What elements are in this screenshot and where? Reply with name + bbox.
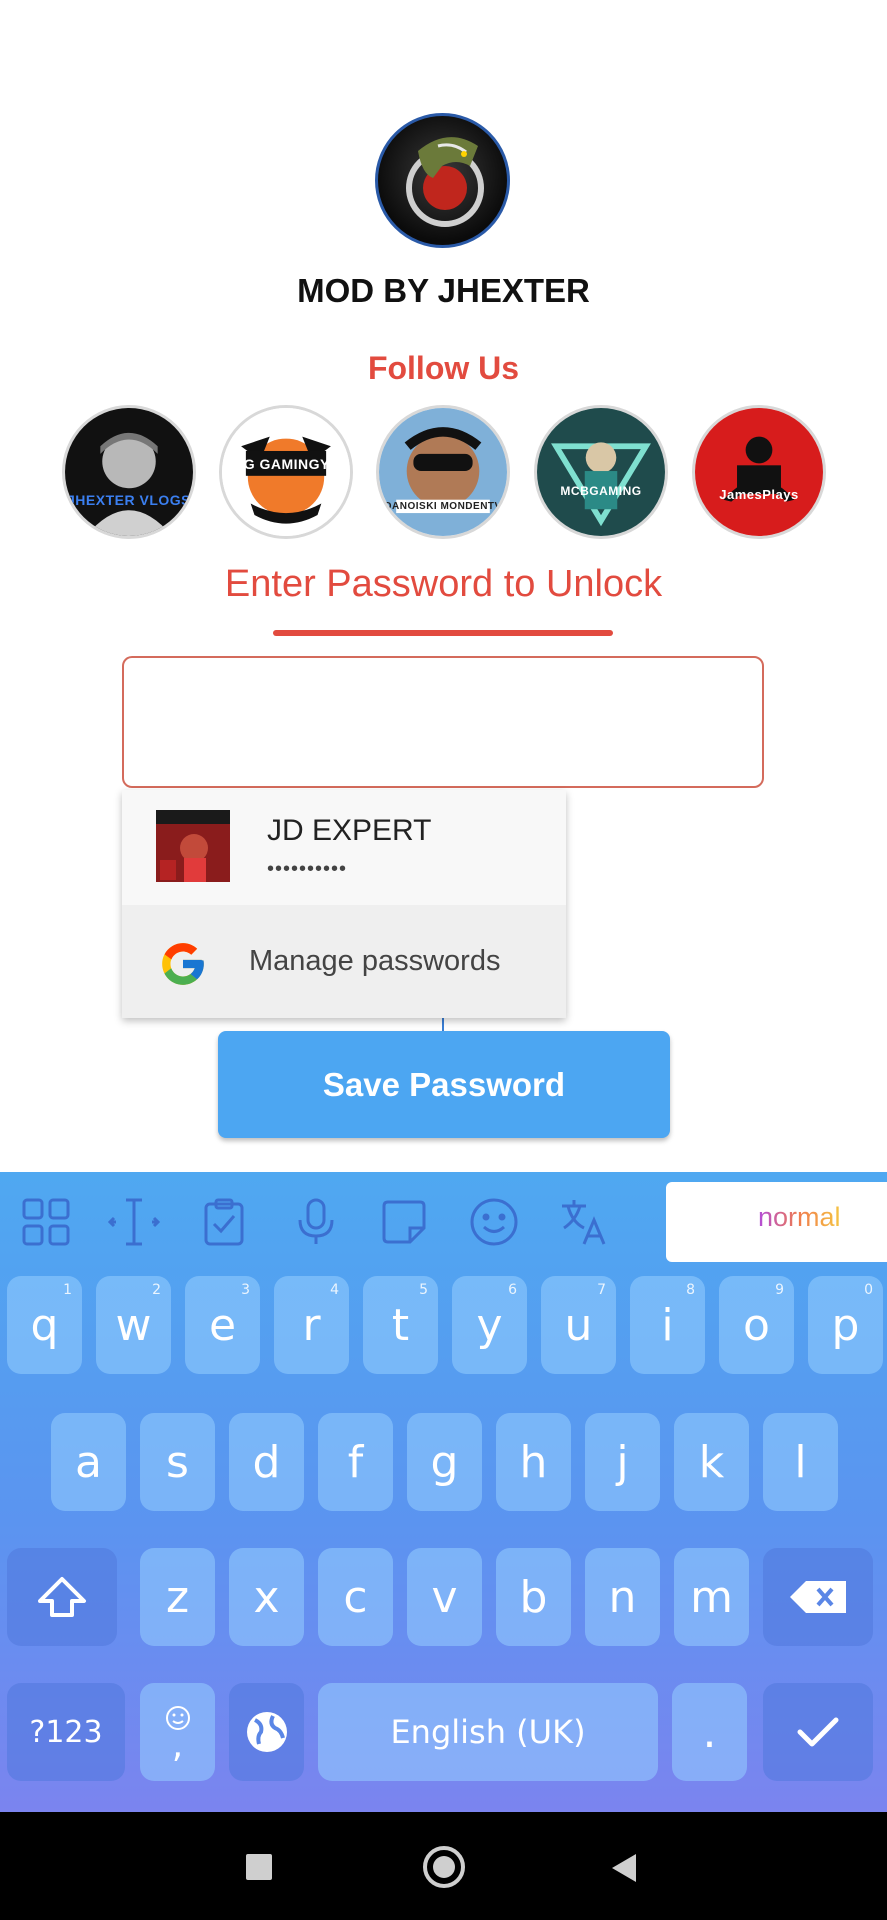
- key-comma-emoji[interactable]: ,: [140, 1683, 215, 1781]
- clipboard-icon[interactable]: [196, 1194, 252, 1250]
- soft-keyboard: normal q1 w2 e3 r4 t5 y6 u7 i8 o9 p0 a s…: [0, 1172, 887, 1812]
- microphone-icon[interactable]: [288, 1194, 344, 1250]
- key-n[interactable]: n: [585, 1548, 660, 1646]
- google-icon: [162, 943, 204, 985]
- heading-underline: [273, 630, 613, 636]
- key-a[interactable]: a: [51, 1413, 126, 1511]
- key-hint: 2: [152, 1282, 161, 1298]
- app-title: MOD BY JHEXTER: [297, 272, 590, 309]
- keyboard-theme-label: normal: [758, 1202, 841, 1232]
- key-u[interactable]: u7: [541, 1276, 616, 1374]
- channel-avatar-ag-gamingyt[interactable]: AG GAMINGYT: [219, 405, 353, 539]
- key-g[interactable]: g: [407, 1413, 482, 1511]
- key-shift[interactable]: [7, 1548, 117, 1646]
- key-k[interactable]: k: [674, 1413, 749, 1511]
- key-r[interactable]: r4: [274, 1276, 349, 1374]
- sticker-icon[interactable]: [376, 1194, 432, 1250]
- recents-button-icon[interactable]: [246, 1854, 272, 1880]
- translate-icon[interactable]: [556, 1194, 612, 1250]
- follow-us-heading: Follow Us: [367, 350, 520, 386]
- key-b[interactable]: b: [496, 1548, 571, 1646]
- key-q[interactable]: q1: [7, 1276, 82, 1374]
- channel-name: DANOISKI MONDENTV: [384, 501, 502, 512]
- key-o[interactable]: o9: [719, 1276, 794, 1374]
- key-x[interactable]: x: [229, 1548, 304, 1646]
- key-l[interactable]: l: [763, 1413, 838, 1511]
- key-e[interactable]: e3: [185, 1276, 260, 1374]
- globe-icon: [246, 1712, 287, 1752]
- channel-name: MCBGAMING: [560, 484, 642, 498]
- key-hint: 5: [419, 1282, 428, 1298]
- key-hint: 1: [63, 1282, 72, 1298]
- key-t[interactable]: t5: [363, 1276, 438, 1374]
- key-space[interactable]: English (UK): [318, 1683, 658, 1781]
- cursor-move-icon[interactable]: [106, 1194, 162, 1250]
- key-h[interactable]: h: [496, 1413, 571, 1511]
- key-c[interactable]: c: [318, 1548, 393, 1646]
- autofill-dropdown: JD EXPERT •••••••••• Manage passwords: [122, 790, 566, 1018]
- key-hint: 4: [330, 1282, 339, 1298]
- key-label: t: [391, 1299, 410, 1351]
- key-p[interactable]: p0: [808, 1276, 883, 1374]
- channel-avatar-jamesplays[interactable]: JamesPlays: [692, 405, 826, 539]
- shift-arrow-icon: [38, 1577, 86, 1617]
- key-hint: 7: [597, 1282, 606, 1298]
- key-z[interactable]: z: [140, 1548, 215, 1646]
- key-period[interactable]: .: [672, 1683, 747, 1781]
- channel-name: JHEXTER VLOGS: [67, 492, 191, 508]
- autofill-account-item[interactable]: JD EXPERT ••••••••••: [122, 790, 566, 905]
- home-button-icon[interactable]: [423, 1846, 465, 1888]
- manage-passwords-item[interactable]: Manage passwords: [122, 905, 566, 1018]
- channel-avatar-danoiski[interactable]: DANOISKI MONDENTV: [376, 405, 510, 539]
- key-j[interactable]: j: [585, 1413, 660, 1511]
- key-m[interactable]: m: [674, 1548, 749, 1646]
- unlock-heading: Enter Password to Unlock: [224, 563, 663, 605]
- autofill-account-name: JD EXPERT: [267, 814, 432, 847]
- dinosaur-logo-icon: [406, 137, 484, 227]
- key-label: i: [661, 1299, 674, 1351]
- key-label: p: [831, 1299, 860, 1351]
- key-label: q: [30, 1299, 59, 1351]
- channel-name: AG GAMINGYT: [233, 456, 339, 472]
- key-label: w: [115, 1299, 152, 1351]
- key-f[interactable]: f: [318, 1413, 393, 1511]
- channel-avatar-jhexter-vlogs[interactable]: JHEXTER VLOGS: [62, 405, 196, 539]
- key-hint: 8: [686, 1282, 695, 1298]
- key-language[interactable]: [229, 1683, 304, 1781]
- key-enter[interactable]: [763, 1683, 873, 1781]
- channel-avatar-mcbgaming[interactable]: MCBGAMING: [534, 405, 668, 539]
- key-v[interactable]: v: [407, 1548, 482, 1646]
- key-hint: 3: [241, 1282, 250, 1298]
- autofill-masked-password: ••••••••••: [267, 858, 348, 880]
- checkmark-icon: [797, 1717, 839, 1747]
- channel-name: JamesPlays: [719, 487, 799, 502]
- key-hint: 6: [508, 1282, 517, 1298]
- back-button-icon[interactable]: [610, 1852, 638, 1884]
- key-label: y: [476, 1299, 503, 1351]
- account-thumbnail: [156, 810, 230, 882]
- key-label: e: [208, 1299, 237, 1351]
- system-navigation-bar: [0, 1812, 887, 1920]
- app-logo: [375, 113, 510, 248]
- key-s[interactable]: s: [140, 1413, 215, 1511]
- key-symbols[interactable]: ?123: [7, 1683, 125, 1781]
- key-label: r: [302, 1299, 321, 1351]
- key-w[interactable]: w2: [96, 1276, 171, 1374]
- password-input[interactable]: [122, 656, 764, 788]
- key-label: o: [743, 1299, 770, 1351]
- emoji-icon[interactable]: [466, 1194, 522, 1250]
- key-hint: 0: [864, 1282, 873, 1298]
- backspace-icon: [790, 1581, 846, 1613]
- manage-passwords-label: Manage passwords: [249, 945, 501, 977]
- key-i[interactable]: i8: [630, 1276, 705, 1374]
- key-y[interactable]: y6: [452, 1276, 527, 1374]
- keyboard-theme-pill[interactable]: normal: [666, 1182, 887, 1262]
- key-hint: 9: [775, 1282, 784, 1298]
- key-backspace[interactable]: [763, 1548, 873, 1646]
- comma-label: ,: [171, 1725, 184, 1766]
- apps-grid-icon[interactable]: [18, 1194, 74, 1250]
- save-password-button[interactable]: Save Password: [218, 1031, 670, 1138]
- key-d[interactable]: d: [229, 1413, 304, 1511]
- key-label: u: [564, 1299, 593, 1351]
